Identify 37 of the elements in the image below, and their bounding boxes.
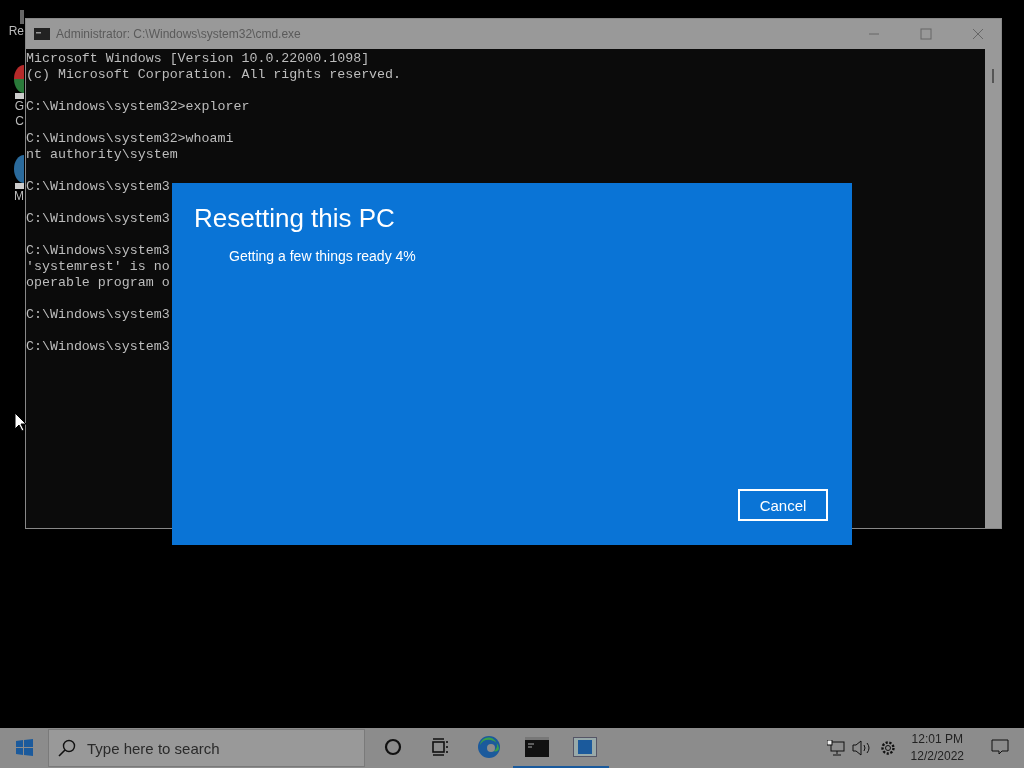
search-field[interactable]: Type here to search: [48, 729, 365, 767]
time-text: 12:01 PM: [911, 731, 963, 748]
windows-logo-icon: [15, 738, 33, 756]
close-icon: [972, 28, 984, 40]
progress-message: Getting a few things ready 4%: [229, 248, 416, 264]
console-line: nt authority\system: [26, 147, 178, 163]
desktop-icon-label[interactable]: M: [14, 189, 24, 204]
console-line: operable program o: [26, 275, 170, 291]
task-view-icon: [432, 738, 450, 756]
console-line: C:\Windows\system3: [26, 307, 170, 323]
cancel-button[interactable]: Cancel: [738, 489, 828, 521]
console-line: 'systemrest' is no: [26, 259, 170, 275]
terminal-icon: [525, 737, 549, 757]
window-icon: [573, 737, 597, 757]
browser-icon: [14, 155, 24, 189]
window-title: Administrator: C:\Windows\system32\cmd.exe: [56, 27, 302, 41]
date-text: 12/2/2022: [910, 748, 964, 765]
console-line: C:\Windows\system32>explorer: [26, 99, 250, 115]
console-line: C:\Windows\system3: [26, 339, 170, 355]
desktop-icon-label[interactable]: Re: [8, 24, 24, 39]
clock[interactable]: 12:01 PM 12/2/2022: [902, 731, 972, 765]
console-line: C:\Windows\system3: [26, 243, 170, 259]
console-line: C:\Windows\system3: [26, 211, 170, 227]
speech-bubble-icon: [991, 739, 1009, 755]
maximize-icon: [920, 28, 932, 40]
browser-icon: [477, 735, 501, 759]
console-line: (c) Microsoft Corporation. All rights reserved.: [26, 67, 402, 83]
desktop-icon-label[interactable]: G C: [14, 99, 24, 129]
console-line: Microsoft Windows [Version 10.0.22000.1098]: [26, 51, 370, 67]
terminal-icon: [34, 28, 50, 40]
console-line: C:\Windows\system32>whoami: [26, 131, 234, 147]
dialog-title: Resetting this PC: [194, 203, 395, 234]
console-line: C:\Windows\system3: [26, 179, 170, 195]
browser-icon: [14, 65, 24, 99]
scrollbar[interactable]: [985, 49, 1001, 528]
circle-icon: [384, 738, 402, 756]
search-icon: [58, 739, 76, 757]
